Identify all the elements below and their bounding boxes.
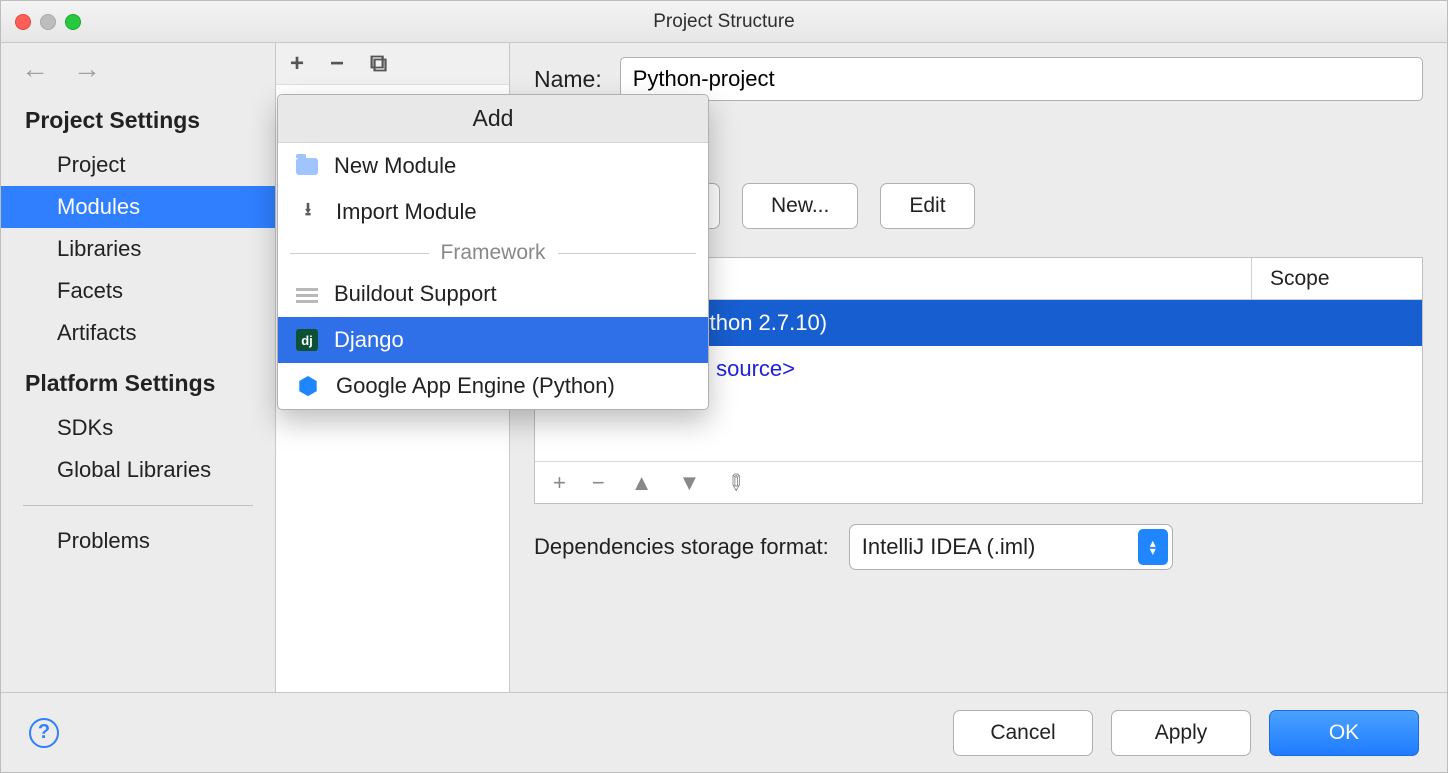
popup-title: Add [278, 95, 708, 143]
sidebar-item-libraries[interactable]: Libraries [1, 228, 275, 270]
sidebar-item-global-libraries[interactable]: Global Libraries [1, 449, 275, 491]
ok-button[interactable]: OK [1269, 710, 1419, 756]
storage-format-value: IntelliJ IDEA (.iml) [862, 534, 1128, 560]
module-name-input[interactable] [620, 57, 1423, 101]
title-bar: Project Structure [1, 1, 1447, 43]
popup-section-framework: Framework [278, 235, 708, 271]
popup-item-label: Django [334, 327, 404, 353]
sidebar-item-sdks[interactable]: SDKs [1, 407, 275, 449]
popup-item-buildout[interactable]: Buildout Support [278, 271, 708, 317]
new-sdk-button[interactable]: New... [742, 183, 858, 229]
modules-toolbar: + − ⧉ [276, 43, 509, 85]
main-area: ← → Project Settings Project Modules Lib… [1, 43, 1447, 692]
sidebar-item-modules[interactable]: Modules [1, 186, 275, 228]
apply-button[interactable]: Apply [1111, 710, 1251, 756]
remove-icon[interactable]: − [330, 50, 344, 78]
copy-icon[interactable]: ⧉ [370, 50, 387, 78]
footer-buttons: Cancel Apply OK [953, 710, 1419, 756]
help-icon[interactable]: ? [29, 718, 59, 748]
dialog-footer: ? Cancel Apply OK [1, 692, 1447, 772]
move-down-icon[interactable]: ▼ [679, 470, 701, 496]
window-title: Project Structure [1, 11, 1447, 33]
section-platform-settings: Platform Settings [1, 354, 275, 407]
storage-row: Dependencies storage format: IntelliJ ID… [510, 504, 1447, 590]
buildout-icon [296, 285, 318, 303]
popup-item-label: Import Module [336, 199, 477, 225]
edit-dependency-icon[interactable]: ✎ [720, 467, 751, 498]
dropdown-caret-icon [1138, 529, 1168, 565]
nav-history: ← → [1, 47, 275, 91]
sidebar-item-artifacts[interactable]: Artifacts [1, 312, 275, 354]
remove-dependency-icon[interactable]: − [592, 470, 605, 496]
sidebar-item-facets[interactable]: Facets [1, 270, 275, 312]
sidebar-item-project[interactable]: Project [1, 144, 275, 186]
name-label: Name: [534, 66, 602, 93]
cancel-button[interactable]: Cancel [953, 710, 1093, 756]
storage-format-dropdown[interactable]: IntelliJ IDEA (.iml) [849, 524, 1173, 570]
move-up-icon[interactable]: ▲ [631, 470, 653, 496]
add-dependency-icon[interactable]: + [553, 470, 566, 496]
popup-item-new-module[interactable]: New Module [278, 143, 708, 189]
edit-sdk-button[interactable]: Edit [880, 183, 974, 229]
add-icon[interactable]: + [290, 50, 304, 78]
dependencies-toolbar: + − ▲ ▼ ✎ [535, 461, 1422, 503]
popup-item-django[interactable]: dj Django [278, 317, 708, 363]
gae-icon: ⬢ [296, 374, 320, 398]
sidebar: ← → Project Settings Project Modules Lib… [1, 43, 276, 692]
sidebar-divider [23, 505, 253, 506]
forward-icon[interactable]: → [73, 53, 101, 85]
import-icon: ⭳ [296, 200, 320, 224]
back-icon[interactable]: ← [21, 53, 49, 85]
popup-item-label: New Module [334, 153, 456, 179]
popup-item-label: Google App Engine (Python) [336, 373, 615, 399]
section-project-settings: Project Settings [1, 91, 275, 144]
storage-label: Dependencies storage format: [534, 534, 829, 560]
popup-item-label: Buildout Support [334, 281, 497, 307]
add-popup: Add New Module ⭳ Import Module Framework… [277, 94, 709, 410]
dependencies-header-scope: Scope [1252, 258, 1422, 299]
django-icon: dj [296, 329, 318, 351]
sidebar-item-problems[interactable]: Problems [1, 520, 275, 562]
module-folder-icon [296, 158, 318, 175]
popup-item-import-module[interactable]: ⭳ Import Module [278, 189, 708, 235]
popup-item-gae[interactable]: ⬢ Google App Engine (Python) [278, 363, 708, 409]
